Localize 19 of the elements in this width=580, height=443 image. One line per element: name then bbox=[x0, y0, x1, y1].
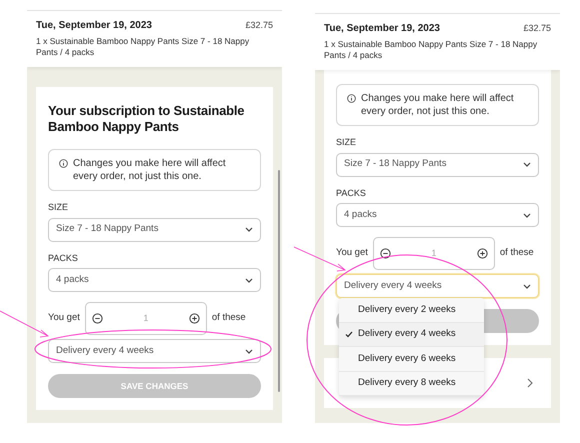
order-price: £32.75 bbox=[523, 22, 551, 35]
you-get-label: You get bbox=[336, 246, 368, 260]
packs-label: PACKS bbox=[48, 252, 79, 264]
order-description: 1 x Sustainable Bamboo Nappy Pants Size 7 - 18 Nappy Pants / 4 packs bbox=[36, 36, 250, 58]
order-date: Tue, September 19, 2023 bbox=[36, 19, 152, 33]
packs-label: PACKS bbox=[336, 186, 367, 200]
size-label: SIZE bbox=[48, 201, 70, 214]
of-these-label: of these bbox=[212, 311, 246, 326]
order-price: £32.75 bbox=[245, 19, 273, 32]
order-description: 1 x Sustainable Bamboo Nappy Pants Size 7 - 18 Nappy Pants / 4 packs bbox=[324, 39, 538, 61]
you-get-label: You get bbox=[48, 311, 80, 326]
size-label: SIZE bbox=[336, 136, 358, 149]
of-these-label: of these bbox=[500, 246, 534, 260]
quantity-value: 1 bbox=[431, 246, 436, 260]
order-date: Tue, September 19, 2023 bbox=[324, 22, 440, 36]
notice-text: Changes you make here will affect every order, not just this one. bbox=[361, 92, 515, 118]
quantity-value: 1 bbox=[143, 312, 148, 325]
subscription-title: Your subscription to Sustainable Bamboo Nappy Pants bbox=[48, 103, 246, 135]
notice-text: Changes you make here will affect every order, not just this one. bbox=[73, 157, 227, 183]
